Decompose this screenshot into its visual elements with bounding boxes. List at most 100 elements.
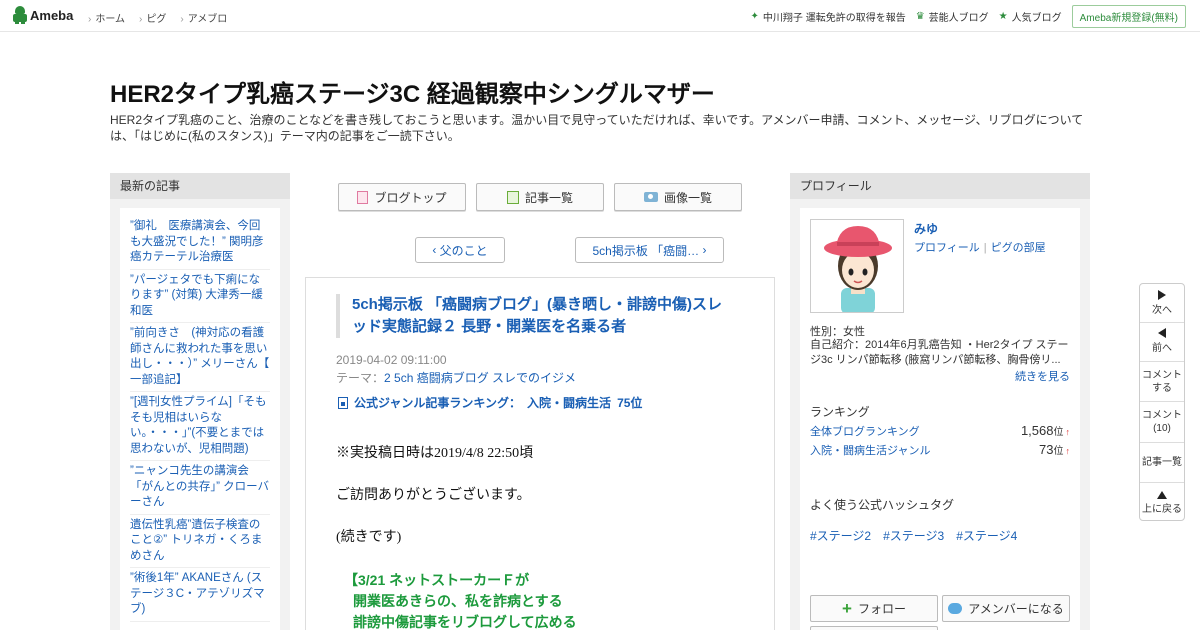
next-article-label: 5ch掲示板 「癌闘… xyxy=(592,243,700,258)
read-more-link[interactable]: 続きを見る xyxy=(1015,368,1070,384)
recent-article-link[interactable]: ”パージェタでも下痢になります” (対策) 大津秀一緩和医 xyxy=(130,270,270,323)
back-to-top-button[interactable]: 上に戻る xyxy=(1140,490,1184,516)
profile-gender: 性別：女性 xyxy=(810,326,865,338)
article-list-nav-button[interactable]: 記事一覧 xyxy=(1140,456,1184,469)
hashtag-link[interactable]: #ステージ2 xyxy=(810,527,871,544)
global-header: Ameba ホーム ピグ アメブロ ✦ 中川翔子 運転免許の取得を報告 ♛ 芸能… xyxy=(0,0,1200,32)
view-comments-button[interactable]: コメント (10) xyxy=(1140,409,1184,435)
plus-icon: + xyxy=(842,599,852,618)
profile-links: プロフィール | ピグの部屋 xyxy=(914,242,1046,254)
news-text: 中川翔子 運転免許の取得を報告 xyxy=(762,13,906,24)
crown-icon: ♛ xyxy=(915,11,925,22)
profile-content: みゆ プロフィール | ピグの部屋 性別：女性 自己紹介：2014年6月乳癌告知 ・… xyxy=(800,208,1080,630)
trend-up-icon: ↑ xyxy=(1065,446,1071,456)
body-paragraph: ※実投稿日時は2019/4/8 22:50頃 xyxy=(336,446,534,461)
article-list-button[interactable]: 記事一覧 xyxy=(476,183,604,211)
ranking-value: 75位 xyxy=(617,396,643,410)
article-list-nav-label: 記事一覧 xyxy=(1142,457,1182,468)
body-paragraph: (続きです) xyxy=(336,530,402,545)
blog-top-label: ブログトップ xyxy=(374,190,447,205)
next-article-button[interactable]: 5ch掲示板 「癌闘… › xyxy=(575,237,724,263)
genre-ranking[interactable]: 公式ジャンル記事ランキング： 入院・闘病生活 75位 xyxy=(338,394,642,411)
avatar[interactable] xyxy=(810,219,904,313)
ranking-row-label[interactable]: 全体ブログランキング xyxy=(810,423,920,439)
recent-article-link[interactable]: 遺伝性乳癌”遺伝子検査のこと②” トリネガ・くろまめさん xyxy=(130,515,270,568)
comment-label: コメント xyxy=(1142,370,1182,381)
more-button[interactable] xyxy=(810,626,938,630)
highlight-text: 【3/21 ネットストーカーＦが 開業医あきらの、私を詐病とする 誹謗中傷記事を… xyxy=(344,570,577,630)
highlight-line: 【3/21 ネットストーカーＦが xyxy=(344,572,530,588)
recent-articles-list: ”御礼 医療講演会、今回も大盛況でした！” 関明彦 癌カテーテル治療医 ”パージ… xyxy=(120,208,280,630)
blog-title[interactable]: HER2タイプ乳癌ステージ3C 経過観察中シングルマザー xyxy=(110,74,715,109)
comment-count-value: (10) xyxy=(1153,423,1171,434)
profile-name[interactable]: みゆ xyxy=(914,220,938,237)
nav-pigg[interactable]: ピグ xyxy=(139,10,166,25)
write-comment-button[interactable]: コメント する xyxy=(1140,369,1184,395)
ranking-row: 全体ブログランキング 1,568位 ↑ xyxy=(810,423,1070,439)
celebrity-blog-link[interactable]: ♛ 芸能人ブログ xyxy=(916,9,989,24)
document-icon xyxy=(357,190,369,204)
article-list-label: 記事一覧 xyxy=(524,190,573,205)
camera-icon xyxy=(643,192,658,202)
blog-top-button[interactable]: ブログトップ xyxy=(338,183,466,211)
profile-heading: プロフィール xyxy=(790,173,1090,199)
recent-article-link[interactable]: ”御礼 医療講演会、今回も大盛況でした！” 関明彦 癌カテーテル治療医 xyxy=(130,216,270,270)
ranking-row-value: 73 xyxy=(1039,442,1054,457)
hashtag-link[interactable]: #ステージ3 xyxy=(883,527,944,544)
register-button[interactable]: Ameba新規登録(無料) xyxy=(1071,5,1186,28)
nav-ameblo[interactable]: アメブロ xyxy=(180,10,228,25)
nav-home[interactable]: ホーム xyxy=(88,10,125,25)
follow-button[interactable]: + フォロー xyxy=(810,595,938,622)
comment-label: する xyxy=(1152,383,1172,394)
floating-side-nav: 次へ 前へ コメント する コメント (10) 記事一覧 上に戻る xyxy=(1139,283,1185,521)
profile-link[interactable]: プロフィール xyxy=(914,242,980,254)
hashtag-link[interactable]: #ステージ4 xyxy=(956,527,1017,544)
list-icon xyxy=(506,190,519,204)
pigg-room-link[interactable]: ピグの部屋 xyxy=(991,242,1046,254)
body-paragraph: ご訪問ありがとうございます。 xyxy=(336,488,531,503)
ranking-row-label[interactable]: 入院・闘病生活ジャンル xyxy=(810,442,930,458)
arrow-up-icon xyxy=(1157,491,1167,499)
article-date: 2019-04-02 09:11:00 xyxy=(336,353,447,367)
prev-article-button[interactable]: ‹ 父のこと xyxy=(415,237,505,263)
amember-button[interactable]: アメンバーになる xyxy=(942,595,1070,622)
next-nav-label: 次へ xyxy=(1152,305,1172,316)
ameba-logo[interactable]: Ameba xyxy=(13,6,73,24)
comment-count-label: コメント xyxy=(1142,410,1182,421)
highlight-line: 開業医あきらの、私を詐病とする xyxy=(353,593,563,609)
logo-text: Ameba xyxy=(30,7,74,23)
prev-article-label: 父のこと xyxy=(439,243,488,258)
ranking-genre: 入院・闘病生活 xyxy=(527,396,612,410)
popular-text: 人気ブログ xyxy=(1011,13,1062,24)
prev-nav-button[interactable]: 前へ xyxy=(1140,328,1184,355)
news-link[interactable]: ✦ 中川翔子 運転免許の取得を報告 xyxy=(751,9,906,24)
recent-article-link[interactable]: ”ニャンコ先生の講演会「がんとの共存」” クローバーさん xyxy=(130,461,270,515)
theme-link[interactable]: 2 5ch 癌闘病ブログ スレでのイジメ xyxy=(384,371,576,385)
ranking-icon xyxy=(338,396,348,409)
recent-article-link[interactable]: ”前向きさ (神対応の看護師さんに救われた事を思い出し・・・）” メリーさん【 … xyxy=(130,323,270,392)
trend-up-icon: ↑ xyxy=(1065,427,1071,437)
article-title[interactable]: 5ch掲示板 「癌闘病ブログ」(暴き晒し・誹謗中傷)スレッド実態記録２ 長野・開… xyxy=(336,294,736,338)
ameba-logo-icon xyxy=(13,6,27,24)
global-nav: ホーム ピグ アメブロ xyxy=(88,10,227,25)
popular-blog-link[interactable]: ★ 人気ブログ xyxy=(999,9,1062,24)
ranking-row-value: 1,568 xyxy=(1020,423,1054,438)
recent-article-link[interactable]: ”[週刊女性プライム]「そもそも児相はいらない。・・・」”(不要とまでは思わない… xyxy=(130,392,270,461)
recent-articles-heading: 最新の記事 xyxy=(110,173,290,199)
image-list-button[interactable]: 画像一覧 xyxy=(614,183,742,211)
ranking-heading: ランキング xyxy=(810,405,870,419)
speech-bubble-icon xyxy=(948,603,963,614)
chevron-right-icon: › xyxy=(699,243,707,257)
ranking-row: 入院・闘病生活ジャンル 73位 ↑ xyxy=(810,442,1070,458)
profile-box: プロフィール みゆ プロフィール | ピグの部屋 性別：女性 自己紹介：2014年6… xyxy=(790,173,1090,630)
arrow-right-icon xyxy=(1158,290,1166,300)
prev-nav-label: 前へ xyxy=(1152,343,1172,354)
celebrity-text: 芸能人ブログ xyxy=(928,13,989,24)
recent-article-link[interactable]: ”術後1年” AKANEさん (ステージ３C・アテゾリズマブ) xyxy=(130,568,270,622)
next-nav-button[interactable]: 次へ xyxy=(1140,290,1184,317)
theme-label: テーマ： xyxy=(336,371,385,385)
avatar-image xyxy=(824,226,892,312)
header-right: ✦ 中川翔子 運転免許の取得を報告 ♛ 芸能人ブログ ★ 人気ブログ Ameba… xyxy=(751,5,1186,28)
image-list-label: 画像一覧 xyxy=(663,190,712,205)
article-body: ※実投稿日時は2019/4/8 22:50頃 ご訪問ありがとうございます。 (続… xyxy=(336,442,756,568)
